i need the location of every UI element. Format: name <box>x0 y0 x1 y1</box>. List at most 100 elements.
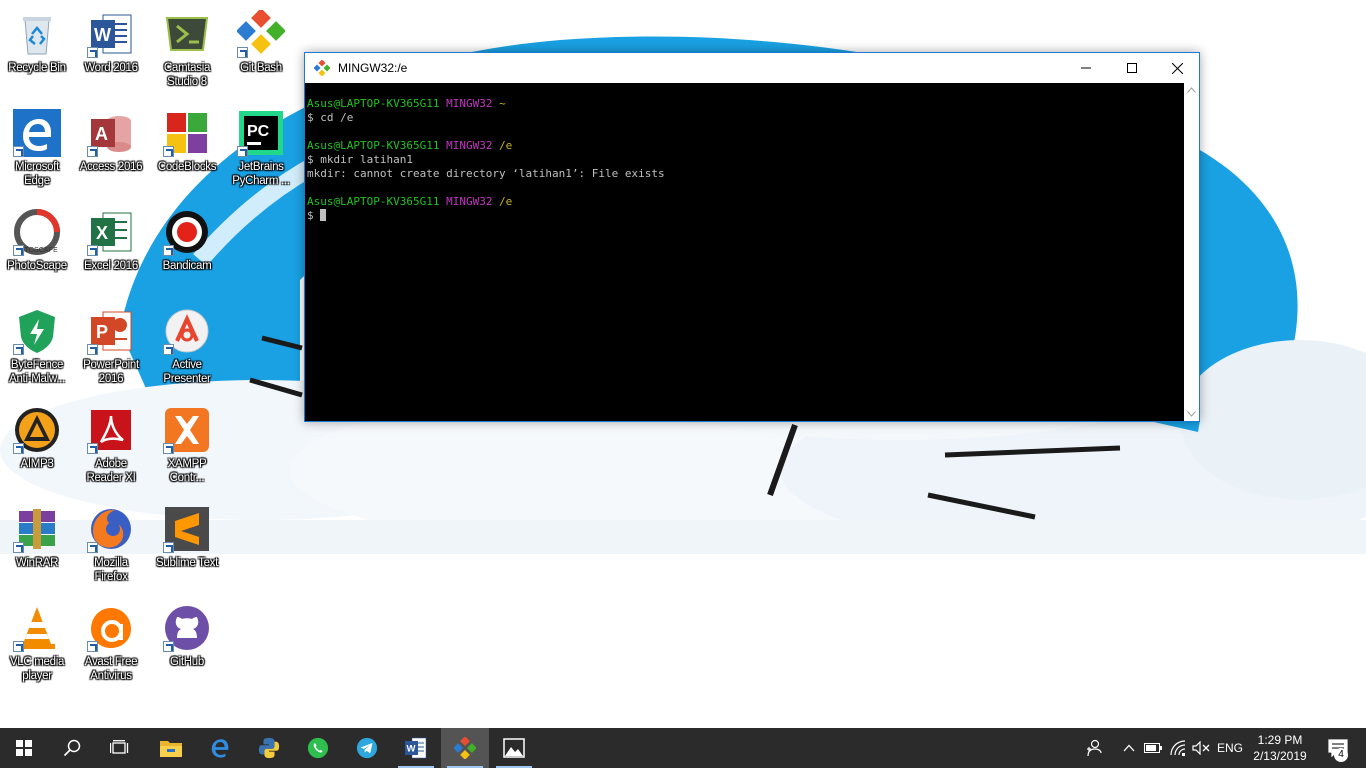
desktop-icon-firefox[interactable]: Mozilla Firefox <box>74 499 148 591</box>
desktop-icon-excel[interactable]: X Excel 2016 <box>74 202 148 294</box>
battery-button[interactable] <box>1142 728 1164 768</box>
people-button[interactable] <box>1080 728 1108 768</box>
close-icon <box>1171 62 1183 74</box>
taskbar-file-explorer[interactable] <box>147 728 195 768</box>
terminal-command-line: $ cd /e <box>307 111 354 124</box>
avast-icon <box>87 604 135 652</box>
desktop-icon-aimp[interactable]: AIMP3 <box>0 400 74 492</box>
minimize-icon <box>1081 67 1091 69</box>
terminal-input-line[interactable]: $ <box>307 209 1184 223</box>
svg-text:W: W <box>94 25 111 45</box>
desktop-icon-avast[interactable]: Avast Free Antivirus <box>74 598 148 690</box>
scroll-down-icon[interactable] <box>1187 411 1196 417</box>
clock-date: 2/13/2019 <box>1253 749 1307 763</box>
bandicam-icon <box>163 208 211 256</box>
desktop-icon-label: PhotoScape <box>7 260 67 272</box>
taskbar-word[interactable]: W <box>392 728 440 768</box>
powerpoint-icon: P <box>87 307 135 355</box>
python-icon <box>258 737 280 759</box>
prompt-path: /e <box>499 195 513 208</box>
desktop-icon-adobe-reader[interactable]: Adobe Reader XI <box>74 400 148 492</box>
taskbar-telegram[interactable] <box>343 728 391 768</box>
shortcut-arrow-icon <box>87 47 98 58</box>
shortcut-arrow-icon <box>163 443 174 454</box>
desktop-icon-label: CodeBlocks <box>157 161 217 173</box>
desktop-icon-access[interactable]: A Access 2016 <box>74 103 148 195</box>
desktop-icon-pycharm[interactable]: PC JetBrains PyCharm ... <box>224 103 298 195</box>
file-explorer-icon <box>160 741 182 757</box>
desktop-icon-xampp[interactable]: XAMPP Contr... <box>150 400 224 492</box>
desktop-icon-bytefence[interactable]: ByteFence Anti-Malw... <box>0 301 74 393</box>
prompt-path: /e <box>499 139 513 152</box>
task-view-button[interactable] <box>96 728 144 768</box>
taskbar-photos[interactable] <box>490 728 538 768</box>
desktop-icon-edge[interactable]: Microsoft Edge <box>0 103 74 195</box>
svg-text:A: A <box>95 124 108 144</box>
desktop-icon-label: Git Bash <box>240 62 282 74</box>
wifi-icon <box>1170 740 1186 756</box>
winrar-icon <box>13 505 61 553</box>
desktop-icon-camtasia[interactable]: Camtasia Studio 8 <box>150 4 224 96</box>
git-bash-window[interactable]: MINGW32:/e Asus@LAPTOP-KV365G11 MINGW32 … <box>304 52 1200 422</box>
vertical-scrollbar[interactable] <box>1184 83 1199 421</box>
taskbar-git-bash[interactable] <box>441 728 489 768</box>
windows-start-icon <box>16 740 32 756</box>
terminal-error-line: mkdir: cannot create directory ‘latihan1… <box>307 167 665 180</box>
desktop-icon-label: Microsoft Edge <box>15 161 59 187</box>
desktop-icon-photoscape[interactable]: OTOSCAPE PhotoScape <box>0 202 74 294</box>
shortcut-arrow-icon <box>87 641 98 652</box>
volume-button[interactable] <box>1190 728 1212 768</box>
terminal-command-line: $ mkdir latihan1 <box>307 153 413 166</box>
xampp-icon <box>163 406 211 454</box>
desktop-icon-github[interactable]: GitHub <box>150 598 224 690</box>
desktop-icon-vlc[interactable]: VLC media player <box>0 598 74 690</box>
taskbar-edge[interactable] <box>196 728 244 768</box>
taskbar-python[interactable] <box>245 728 293 768</box>
desktop-icon-label: Adobe Reader XI <box>86 458 136 484</box>
svg-text:PC: PC <box>247 123 270 140</box>
taskbar-whatsapp[interactable] <box>294 728 342 768</box>
title-bar[interactable]: MINGW32:/e <box>305 53 1199 83</box>
desktop-icon-codeblocks[interactable]: CodeBlocks <box>150 103 224 195</box>
word-icon: W <box>87 10 135 58</box>
edge-icon <box>13 109 61 157</box>
terminal-output[interactable]: Asus@LAPTOP-KV365G11 MINGW32 ~ $ cd /e A… <box>305 83 1184 421</box>
desktop-icon-winrar[interactable]: WinRAR <box>0 499 74 591</box>
shortcut-arrow-icon <box>13 245 24 256</box>
desktop-icon-git-bash[interactable]: Git Bash <box>224 4 298 96</box>
desktop-icon-label: Sublime Text <box>155 557 219 569</box>
start-button[interactable] <box>0 728 48 768</box>
desktop-icon-label: Excel 2016 <box>84 260 138 272</box>
activepresenter-icon <box>163 307 211 355</box>
search-button[interactable] <box>48 728 96 768</box>
show-hidden-icons-button[interactable] <box>1118 728 1140 768</box>
recycle-bin-icon <box>13 10 61 58</box>
clock[interactable]: 1:29 PM 2/13/2019 <box>1246 728 1314 768</box>
desktop-icon-word[interactable]: W Word 2016 <box>74 4 148 96</box>
shortcut-arrow-icon <box>13 443 24 454</box>
close-button[interactable] <box>1154 53 1200 83</box>
desktop-icon-recycle-bin[interactable]: Recycle Bin <box>0 4 74 96</box>
desktop-icon-sublime[interactable]: Sublime Text <box>150 499 224 591</box>
maximize-button[interactable] <box>1109 53 1155 83</box>
people-icon <box>1087 739 1102 757</box>
github-icon <box>163 604 211 652</box>
input-language[interactable]: ENG <box>1214 728 1246 768</box>
scroll-up-icon[interactable] <box>1187 87 1196 93</box>
desktop-icon-label: AIMP3 <box>20 458 54 470</box>
desktop-icon-label: PowerPoint 2016 <box>83 359 139 385</box>
desktop-icon-activepresenter[interactable]: Active Presenter <box>150 301 224 393</box>
git-bash-icon <box>454 737 476 759</box>
excel-icon: X <box>87 208 135 256</box>
maximize-icon <box>1127 63 1137 73</box>
terminal-prompt-line: Asus@LAPTOP-KV365G11 MINGW32 /e <box>307 195 1184 209</box>
word-icon: W <box>405 737 427 759</box>
network-button[interactable] <box>1166 728 1190 768</box>
desktop-icon-powerpoint[interactable]: P PowerPoint 2016 <box>74 301 148 393</box>
shortcut-arrow-icon <box>13 641 24 652</box>
minimize-button[interactable] <box>1063 53 1109 83</box>
desktop-icon-bandicam[interactable]: Bandicam <box>150 202 224 294</box>
photos-icon <box>503 738 525 758</box>
